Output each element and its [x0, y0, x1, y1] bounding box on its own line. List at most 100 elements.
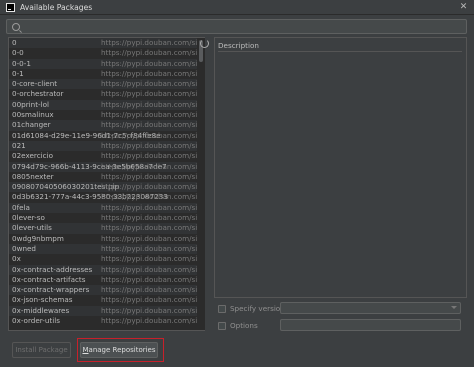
package-repo: https://pypi.douban.com/simple/: [101, 161, 197, 171]
package-name: 0-1: [12, 68, 24, 78]
package-name: 0wned: [12, 243, 36, 253]
highlight-annotation: [77, 338, 164, 362]
options-checkbox[interactable]: [218, 321, 226, 330]
package-row[interactable]: 0x-contract-wrappers https://pypi.douban.…: [9, 285, 197, 296]
package-repo: https://pypi.douban.com/simple/: [101, 285, 197, 295]
package-name: 0x-contract-artifacts: [12, 274, 86, 284]
package-list[interactable]: 0 https://pypi.douban.com/simple/0-0 https…: [8, 37, 198, 331]
specify-version-checkbox[interactable]: [218, 304, 226, 313]
package-row[interactable]: 0-0-1 https://pypi.douban.com/simple/: [9, 58, 197, 69]
package-name: 0x-middlewares: [12, 305, 70, 315]
package-row[interactable]: 0wdg9nbmpm https://pypi.douban.com/simple…: [9, 234, 197, 244]
package-repo: https://pypi.douban.com/simple/: [101, 151, 197, 161]
title-bar: Available Packages ✕: [0, 0, 474, 15]
package-name: 0: [12, 38, 17, 47]
package-list-scrollbar[interactable]: [197, 37, 205, 331]
package-row[interactable]: 0x-contract-artifacts https://pypi.douban…: [9, 275, 197, 285]
package-repo: https://pypi.douban.com/simple/: [101, 38, 197, 47]
package-repo: https://pypi.douban.com/simple/: [101, 171, 197, 181]
refresh-icon[interactable]: [200, 39, 209, 48]
options-row: Options: [218, 321, 258, 330]
package-name: 0x-order-utils: [12, 316, 60, 326]
package-row[interactable]: 0x-order-utils https://pypi.douban.com/si…: [9, 316, 197, 326]
version-dropdown[interactable]: [280, 302, 461, 314]
package-name: 0wdg9nbmpm: [12, 233, 64, 243]
package-name: 0lever-so: [12, 213, 45, 223]
package-name: 02exercicio: [12, 151, 53, 161]
package-repo: https://pypi.douban.com/simple/: [101, 295, 197, 305]
window-title: Available Packages: [20, 2, 93, 12]
package-name: 021: [12, 140, 26, 150]
package-row[interactable]: 021 https://pypi.douban.com/simple/: [9, 140, 197, 152]
package-row[interactable]: 0fela https://pypi.douban.com/simple/: [9, 202, 197, 214]
package-row[interactable]: 0x-json-schemas https://pypi.douban.com/s…: [9, 295, 197, 305]
package-row[interactable]: 0805nexter https://pypi.douban.com/simple…: [9, 172, 197, 182]
options-field[interactable]: [280, 319, 461, 331]
package-row[interactable]: 01changer https://pypi.douban.com/simple/: [9, 120, 197, 131]
package-row[interactable]: 0d3b6321-777a-44c3-9580-33b223087233 http…: [9, 192, 197, 202]
chevron-down-icon: [451, 306, 457, 309]
package-row[interactable]: 090807040506030201testpip https://pypi.do…: [9, 182, 197, 193]
package-name: 0805nexter: [12, 171, 54, 181]
package-repo: https://pypi.douban.com/simple/: [101, 79, 197, 89]
install-package-button[interactable]: Install Package: [12, 342, 71, 358]
package-repo: https://pypi.douban.com/simple/: [101, 192, 197, 202]
package-repo: https://pypi.douban.com/simple/: [101, 264, 197, 274]
package-row[interactable]: 0-0 https://pypi.douban.com/simple/: [9, 48, 197, 58]
package-name: 0-orchestrator: [12, 89, 64, 99]
package-row[interactable]: 0lever-so https://pypi.douban.com/simple/: [9, 213, 197, 223]
package-row[interactable]: 00print-lol https://pypi.douban.com/simpl…: [9, 99, 197, 111]
package-repo: https://pypi.douban.com/simple/: [101, 89, 197, 99]
package-row[interactable]: 0794d79c-966b-4113-9cea-3e5b658a7de7 http…: [9, 161, 197, 172]
package-row[interactable]: 0-core-client https://pypi.douban.com/sim…: [9, 79, 197, 90]
package-repo: https://pypi.douban.com/simple/: [101, 223, 197, 233]
package-row[interactable]: 00smalinux https://pypi.douban.com/simple…: [9, 110, 197, 120]
package-name: 0-core-client: [12, 79, 58, 89]
package-repo: https://pypi.douban.com/simple/: [101, 274, 197, 284]
package-repo: https://pypi.douban.com/simple/: [101, 68, 197, 78]
package-name: 0-0-1: [12, 58, 31, 68]
package-repo: https://pypi.douban.com/simple/: [101, 99, 197, 109]
package-row[interactable]: 01d61084-d29e-11e9-96d1-7c5cf84ffe8e http…: [9, 131, 197, 141]
description-panel: Description: [214, 37, 467, 298]
specify-version-label: Specify version: [230, 304, 285, 313]
package-name: 0lever-utils: [12, 223, 52, 233]
package-repo: https://pypi.douban.com/simple/: [101, 182, 197, 192]
package-repo: https://pypi.douban.com/simple/: [101, 233, 197, 243]
package-repo: https://pypi.douban.com/simple/: [101, 202, 197, 212]
search-input[interactable]: [26, 21, 466, 32]
package-repo: https://pypi.douban.com/simple/: [101, 120, 197, 130]
specify-version-row: Specify version: [218, 304, 285, 313]
pycharm-icon: [6, 2, 15, 12]
package-repo: https://pypi.douban.com/simple/: [101, 48, 197, 58]
package-repo: https://pypi.douban.com/simple/: [101, 254, 197, 264]
package-row[interactable]: 0wned https://pypi.douban.com/simple/: [9, 243, 197, 255]
package-row[interactable]: 0-1 https://pypi.douban.com/simple/: [9, 69, 197, 79]
close-icon[interactable]: ✕: [457, 1, 470, 13]
package-row[interactable]: 0-orchestrator https://pypi.douban.com/si…: [9, 89, 197, 99]
package-row[interactable]: 0lever-utils https://pypi.douban.com/simp…: [9, 223, 197, 234]
search-box[interactable]: [6, 19, 467, 34]
package-row[interactable]: 0 https://pypi.douban.com/simple/: [9, 38, 197, 49]
package-repo: https://pypi.douban.com/simple/: [101, 140, 197, 150]
package-repo: https://pypi.douban.com/simple/: [101, 243, 197, 253]
package-row[interactable]: 0x-middlewares https://pypi.douban.com/si…: [9, 305, 197, 317]
options-label: Options: [230, 321, 258, 330]
package-repo: https://pypi.douban.com/simple/: [101, 305, 197, 315]
package-name: 01changer: [12, 120, 51, 130]
package-row[interactable]: 0x https://pypi.douban.com/simple/: [9, 254, 197, 264]
package-name: 0fela: [12, 202, 30, 212]
description-label: Description: [218, 41, 259, 50]
package-repo: https://pypi.douban.com/simple/: [101, 110, 197, 120]
package-name: 0x-contract-wrappers: [12, 285, 90, 295]
description-body: [218, 51, 462, 294]
package-row[interactable]: 0x-contract-addresses https://pypi.douban…: [9, 264, 197, 275]
package-name: 00print-lol: [12, 99, 50, 109]
package-name: 0-0: [12, 48, 24, 58]
package-row[interactable]: 02exercicio https://pypi.douban.com/simpl…: [9, 151, 197, 161]
package-name: 00smalinux: [12, 110, 54, 120]
package-repo: https://pypi.douban.com/simple/: [101, 213, 197, 223]
search-icon: [12, 22, 20, 31]
package-name: 0x: [12, 254, 21, 264]
package-name: 0x-contract-addresses: [12, 264, 93, 274]
